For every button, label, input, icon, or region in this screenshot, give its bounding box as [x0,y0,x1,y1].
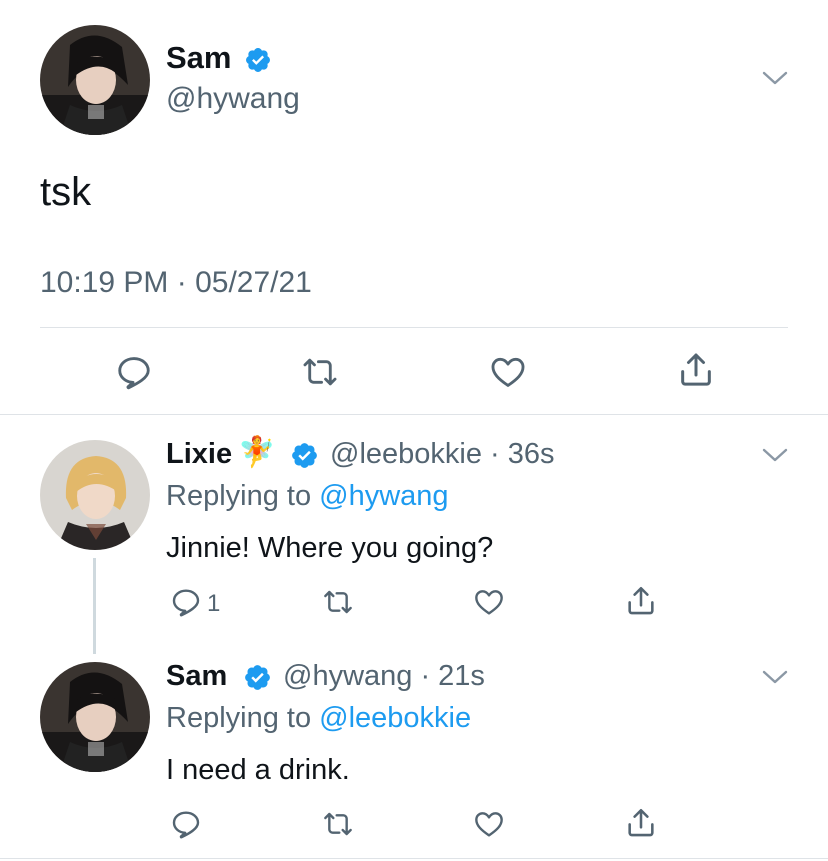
tweet-text: tsk [40,170,92,214]
replying-to: Replying to @leebokkie [166,702,471,735]
author-name[interactable]: Lixie [166,438,232,471]
chevron-down-icon[interactable] [762,70,788,86]
tweet-timestamp[interactable]: 10:19 PM · 05/27/21 [40,266,312,300]
replying-to-link[interactable]: @hywang [319,480,448,512]
verified-badge-icon [290,441,319,470]
fairy-emoji: 🧚 [238,436,276,469]
chevron-down-icon[interactable] [762,669,788,685]
replying-to-label: Replying to [166,702,320,734]
avatar[interactable] [40,662,150,772]
tweet-text: I need a drink. [166,754,350,786]
thread-line [93,558,96,654]
divider [0,414,828,415]
handle-and-time[interactable]: @leebokkie · 36s [330,438,555,471]
like-icon[interactable] [472,808,506,840]
retweet-icon[interactable] [321,586,355,618]
retweet-icon[interactable] [300,353,340,391]
avatar[interactable] [40,440,150,550]
verified-badge-icon [243,663,272,692]
replying-to-label: Replying to [166,480,320,512]
author-name[interactable]: Sam [166,660,227,693]
replying-to: Replying to @hywang [166,480,449,513]
replying-to-link[interactable]: @leebokkie [319,702,471,734]
divider [40,327,788,328]
chevron-down-icon[interactable] [762,447,788,463]
author-name[interactable]: Sam [166,40,231,76]
reply-count: 1 [207,590,221,617]
verified-badge-icon [244,46,272,74]
avatar[interactable] [40,25,150,135]
retweet-icon[interactable] [321,808,355,840]
divider [0,858,828,859]
share-icon[interactable] [624,806,658,840]
share-icon[interactable] [624,584,658,618]
like-icon[interactable] [488,353,528,391]
reply-icon[interactable] [170,808,202,840]
tweet-text: Jinnie! Where you going? [166,532,494,564]
author-handle[interactable]: @hywang [166,82,300,116]
reply-icon[interactable] [170,586,202,618]
reply-icon[interactable] [115,353,153,391]
share-icon[interactable] [676,350,716,390]
like-icon[interactable] [472,586,506,618]
handle-and-time[interactable]: @hywang · 21s [283,660,485,693]
